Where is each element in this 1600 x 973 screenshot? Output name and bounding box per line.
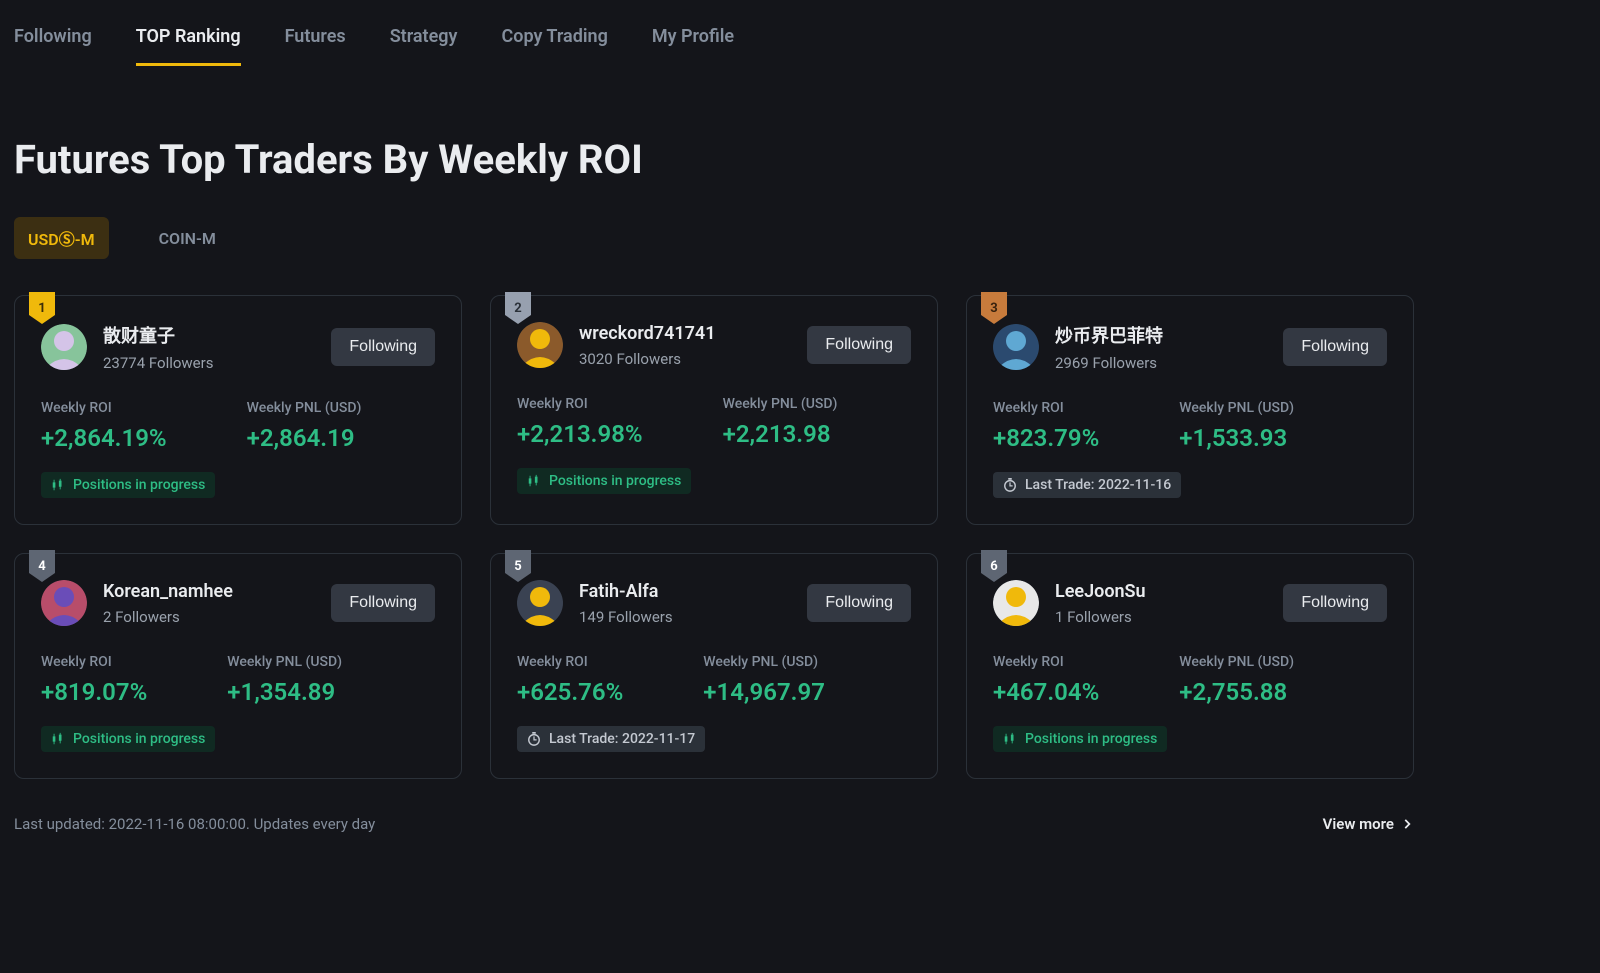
avatar [517, 580, 563, 626]
weekly-roi-label: Weekly ROI [993, 400, 1099, 416]
following-button[interactable]: Following [807, 584, 911, 622]
page-title: Futures Top Traders By Weekly ROI [14, 136, 1414, 183]
weekly-pnl-value: +2,864.19 [247, 424, 362, 452]
candlestick-icon [1003, 732, 1017, 746]
weekly-pnl-label: Weekly PNL (USD) [1179, 654, 1294, 670]
subtab-coin-m[interactable]: COIN-M [145, 217, 230, 259]
stopwatch-icon [527, 732, 541, 746]
subtab-usds-m[interactable]: USDⓈ-M [14, 217, 109, 259]
avatar [517, 322, 563, 368]
weekly-roi-label: Weekly ROI [517, 654, 623, 670]
weekly-pnl-value: +2,213.98 [723, 420, 838, 448]
main-tabs: Following TOP Ranking Futures Strategy Copy … [14, 14, 1414, 66]
following-button[interactable]: Following [331, 584, 435, 622]
trader-card[interactable]: 4 Korean_namhee 2 Followers Following Weekly… [14, 553, 462, 779]
trader-card[interactable]: 3 炒币界巴菲特 2969 Followers Following Weekly ROI… [966, 295, 1414, 525]
weekly-roi-value: +2,213.98% [517, 420, 643, 448]
view-more-label: View more [1323, 815, 1394, 833]
tab-strategy[interactable]: Strategy [390, 26, 458, 66]
view-more-link[interactable]: View more [1323, 815, 1414, 833]
rank-badge: 3 [981, 292, 1007, 324]
weekly-roi-label: Weekly ROI [993, 654, 1099, 670]
last-trade-chip: Last Trade: 2022-11-17 [517, 726, 705, 752]
weekly-pnl-label: Weekly PNL (USD) [1179, 400, 1294, 416]
positions-in-progress-chip: Positions in progress [993, 726, 1167, 752]
market-subtabs: USDⓈ-M COIN-M [14, 217, 1414, 259]
candlestick-icon [51, 478, 65, 492]
chevron-right-icon [1400, 817, 1414, 831]
trader-card[interactable]: 6 LeeJoonSu 1 Followers Following Weekly ROI… [966, 553, 1414, 779]
trader-name: wreckord741741 [579, 323, 716, 344]
trader-card[interactable]: 5 Fatih-Alfa 149 Followers Following Weekly … [490, 553, 938, 779]
tab-following[interactable]: Following [14, 26, 92, 66]
tab-futures[interactable]: Futures [285, 26, 346, 66]
avatar [41, 324, 87, 370]
rank-badge: 2 [505, 292, 531, 324]
rank-badge: 5 [505, 550, 531, 582]
weekly-roi-value: +467.04% [993, 678, 1099, 706]
followers-count: 3020 Followers [579, 350, 716, 368]
rank-badge: 4 [29, 550, 55, 582]
trader-name: 散财童子 [103, 322, 213, 348]
avatar [993, 580, 1039, 626]
trader-name: 炒币界巴菲特 [1055, 322, 1163, 348]
weekly-pnl-label: Weekly PNL (USD) [247, 400, 362, 416]
followers-count: 2969 Followers [1055, 354, 1163, 372]
tab-copy-trading[interactable]: Copy Trading [501, 26, 607, 66]
weekly-pnl-value: +1,354.89 [227, 678, 342, 706]
following-button[interactable]: Following [807, 326, 911, 364]
positions-in-progress-chip: Positions in progress [41, 726, 215, 752]
tab-my-profile[interactable]: My Profile [652, 26, 734, 66]
trader-name: LeeJoonSu [1055, 581, 1146, 602]
weekly-pnl-value: +14,967.97 [703, 678, 825, 706]
positions-in-progress-chip: Positions in progress [517, 468, 691, 494]
weekly-roi-value: +2,864.19% [41, 424, 167, 452]
trader-card[interactable]: 1 散财童子 23774 Followers Following Weekly ROI +… [14, 295, 462, 525]
trader-name: Korean_namhee [103, 581, 233, 602]
weekly-roi-label: Weekly ROI [41, 654, 147, 670]
weekly-roi-label: Weekly ROI [41, 400, 167, 416]
rank-badge: 6 [981, 550, 1007, 582]
trader-name: Fatih-Alfa [579, 581, 673, 602]
candlestick-icon [51, 732, 65, 746]
weekly-pnl-label: Weekly PNL (USD) [703, 654, 825, 670]
last-updated-text: Last updated: 2022-11-16 08:00:00. Updat… [14, 815, 375, 833]
weekly-roi-value: +625.76% [517, 678, 623, 706]
followers-count: 1 Followers [1055, 608, 1146, 626]
weekly-roi-value: +823.79% [993, 424, 1099, 452]
weekly-pnl-label: Weekly PNL (USD) [227, 654, 342, 670]
following-button[interactable]: Following [331, 328, 435, 366]
positions-in-progress-chip: Positions in progress [41, 472, 215, 498]
followers-count: 149 Followers [579, 608, 673, 626]
followers-count: 23774 Followers [103, 354, 213, 372]
candlestick-icon [527, 474, 541, 488]
traders-grid: 1 散财童子 23774 Followers Following Weekly ROI +… [14, 295, 1414, 779]
weekly-pnl-label: Weekly PNL (USD) [723, 396, 838, 412]
last-trade-chip: Last Trade: 2022-11-16 [993, 472, 1181, 498]
followers-count: 2 Followers [103, 608, 233, 626]
avatar [993, 324, 1039, 370]
following-button[interactable]: Following [1283, 328, 1387, 366]
weekly-pnl-value: +2,755.88 [1179, 678, 1294, 706]
weekly-roi-label: Weekly ROI [517, 396, 643, 412]
weekly-roi-value: +819.07% [41, 678, 147, 706]
tab-top-ranking[interactable]: TOP Ranking [136, 26, 241, 66]
trader-card[interactable]: 2 wreckord741741 3020 Followers Following We… [490, 295, 938, 525]
weekly-pnl-value: +1,533.93 [1179, 424, 1294, 452]
avatar [41, 580, 87, 626]
stopwatch-icon [1003, 478, 1017, 492]
rank-badge: 1 [29, 292, 55, 324]
following-button[interactable]: Following [1283, 584, 1387, 622]
